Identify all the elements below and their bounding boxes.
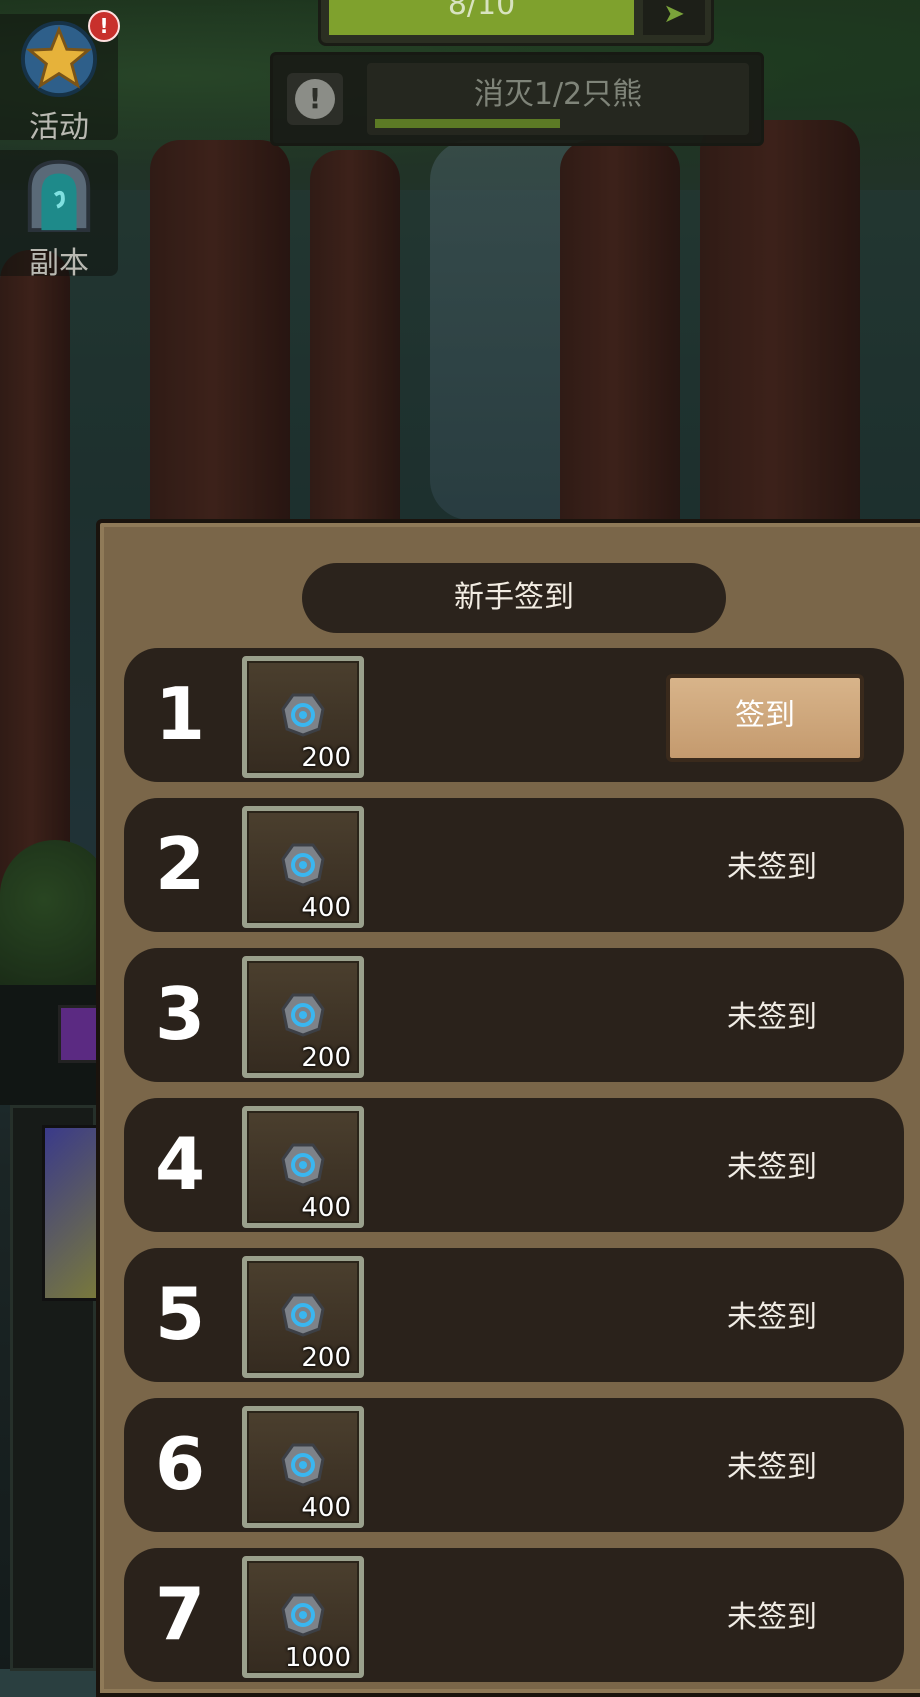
reward-slot[interactable]: 400	[242, 1406, 364, 1528]
gem-icon	[281, 993, 325, 1037]
gem-icon	[281, 693, 325, 737]
arrow-icon[interactable]: ➤	[643, 0, 705, 35]
day-number: 1	[154, 672, 206, 756]
activity-button[interactable]: ! 活动	[0, 10, 120, 145]
gem-icon	[281, 1593, 325, 1637]
quest-panel: 消灭1/2只熊	[367, 63, 749, 135]
reward-slot[interactable]: 400	[242, 1106, 364, 1228]
hud-card[interactable]	[42, 1125, 104, 1301]
signin-status: 未签到	[727, 1450, 817, 1485]
day-number: 2	[154, 822, 206, 906]
signin-row: 1 200 签到	[124, 648, 904, 782]
reward-slot[interactable]: 200	[242, 656, 364, 778]
reward-slot[interactable]: 200	[242, 956, 364, 1078]
gem-icon	[281, 843, 325, 887]
notification-badge: !	[88, 10, 120, 42]
signin-row: 3 200 未签到	[124, 948, 904, 1082]
signin-status: 未签到	[727, 1150, 817, 1185]
signin-row: 6 400 未签到	[124, 1398, 904, 1532]
quest-text: 消灭1/2只熊	[473, 77, 643, 112]
signin-status: 未签到	[727, 1000, 817, 1035]
stage-progress-bar: 8/10 ➤	[318, 0, 714, 46]
signin-status: 未签到	[727, 850, 817, 885]
signin-row: 7 1000 未签到	[124, 1548, 904, 1682]
signin-row: 5 200 未签到	[124, 1248, 904, 1382]
signin-button[interactable]: 签到	[666, 674, 864, 762]
signin-dialog: 新手签到 1 200 签到 2 400 未签到 3 200 未签到 4 400 …	[96, 519, 920, 1697]
reward-amount: 200	[301, 1043, 351, 1073]
quest-tracker[interactable]: ! 消灭1/2只熊	[270, 52, 764, 146]
reward-amount: 200	[301, 743, 351, 773]
reward-amount: 400	[301, 893, 351, 923]
reward-amount: 400	[301, 1493, 351, 1523]
stage-progress-text: 8/10	[447, 0, 516, 22]
star-icon	[20, 20, 98, 98]
gem-icon	[281, 1293, 325, 1337]
gem-icon	[281, 1143, 325, 1187]
quest-progress-fill	[375, 119, 560, 128]
exclamation-icon: !	[295, 79, 335, 119]
hud-gem-slot[interactable]	[58, 1005, 100, 1063]
quest-alert: !	[287, 73, 343, 125]
dungeon-label: 副本	[29, 246, 89, 281]
day-number: 3	[154, 972, 206, 1056]
signin-status: 未签到	[727, 1300, 817, 1335]
day-number: 7	[154, 1572, 206, 1656]
gem-icon	[281, 1443, 325, 1487]
reward-slot[interactable]: 200	[242, 1256, 364, 1378]
dungeon-button[interactable]: 副本	[0, 150, 118, 281]
reward-amount: 400	[301, 1193, 351, 1223]
reward-amount: 200	[301, 1343, 351, 1373]
reward-slot[interactable]: 1000	[242, 1556, 364, 1678]
day-number: 6	[154, 1422, 206, 1506]
day-number: 4	[154, 1122, 206, 1206]
signin-status: 未签到	[727, 1600, 817, 1635]
reward-slot[interactable]: 400	[242, 806, 364, 928]
dialog-title: 新手签到	[302, 563, 726, 633]
activity-label: 活动	[29, 110, 89, 145]
signin-row: 4 400 未签到	[124, 1098, 904, 1232]
dungeon-gate-icon	[27, 159, 91, 233]
signin-row: 2 400 未签到	[124, 798, 904, 932]
day-number: 5	[154, 1272, 206, 1356]
